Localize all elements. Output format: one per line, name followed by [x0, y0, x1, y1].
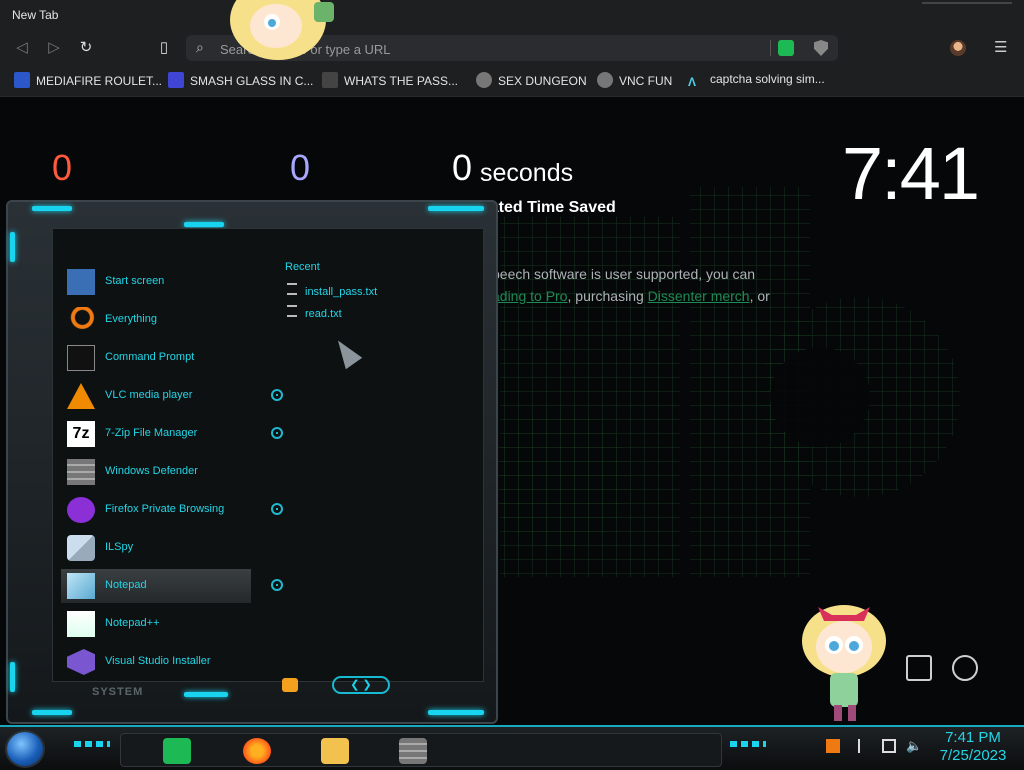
stat-pages: 0	[290, 147, 311, 188]
app-everything[interactable]: Everything	[61, 303, 281, 337]
pin-icon[interactable]	[271, 389, 283, 401]
url-divider	[770, 40, 771, 56]
firewall-icon	[67, 459, 95, 485]
volume-icon[interactable]: 🔈	[906, 739, 922, 753]
bookmark-mediafire[interactable]: MEDIAFIRE ROULET...	[14, 72, 162, 90]
notepad-icon	[67, 573, 95, 599]
app-firefox-private[interactable]: Firefox Private Browsing	[61, 493, 283, 527]
speechify-app-icon[interactable]	[163, 738, 191, 764]
firefox-icon[interactable]	[243, 738, 271, 764]
star-character-sticker-top	[230, 0, 334, 60]
taskbar: 🔈 7:41 PM 7/25/2023	[0, 725, 1024, 770]
document-icon	[287, 305, 297, 317]
vlc-cone-icon	[67, 383, 95, 409]
pin-icon[interactable]	[271, 427, 283, 439]
app-vs-installer[interactable]: Visual Studio Installer	[61, 645, 281, 679]
menu-accent	[10, 232, 15, 262]
app-vlc[interactable]: VLC media player	[61, 379, 283, 413]
flag-icon[interactable]	[858, 739, 872, 753]
library-icon[interactable]	[906, 655, 932, 681]
menu-accent	[32, 206, 72, 211]
tray-app-icon[interactable]	[826, 739, 840, 753]
gear-icon	[476, 72, 492, 88]
merch-link[interactable]: Dissenter merch	[648, 288, 750, 304]
browser-titlebar: New Tab	[0, 0, 1024, 30]
pin-icon[interactable]	[271, 503, 283, 515]
pass-icon	[322, 72, 338, 88]
recent-file[interactable]: read.txt	[287, 305, 342, 320]
app-ilspy[interactable]: ILSpy	[61, 531, 281, 565]
stat-words-read: 0	[52, 147, 73, 188]
browser-toolbar: ◁ ▷ ↻ ▯ ⌕ ☰	[0, 30, 1024, 66]
app-windows-defender[interactable]: Windows Defender	[61, 455, 281, 489]
app-notepadpp[interactable]: Notepad++	[61, 607, 281, 641]
7zip-icon: 7z	[67, 421, 95, 447]
magnifier-icon	[67, 307, 95, 333]
menu-accent	[184, 692, 228, 697]
taskbar-time[interactable]: 7:41 PM	[930, 729, 1016, 746]
menu-icon[interactable]: ☰	[994, 38, 1007, 56]
menu-accent	[184, 222, 224, 227]
ilspy-icon	[67, 535, 95, 561]
reload-icon[interactable]: ↻	[76, 38, 96, 58]
firefox-private-icon	[67, 497, 95, 523]
vs-installer-icon	[67, 649, 95, 675]
tab-title[interactable]: New Tab	[12, 8, 58, 22]
taskbar-accent	[730, 741, 766, 747]
bookmark-dungeon[interactable]: SEX DUNGEON	[476, 72, 587, 90]
recent-heading: Recent	[285, 261, 320, 273]
taskbar-date[interactable]: 7/25/2023	[930, 747, 1016, 764]
start-menu: Start screen Everything Command Prompt V…	[6, 200, 498, 724]
terminal-icon	[67, 345, 95, 371]
file-explorer-icon[interactable]	[321, 738, 349, 764]
seconds-label: seconds	[480, 159, 574, 187]
mediafire-icon	[14, 72, 30, 88]
captcha-icon: Λ	[688, 75, 697, 89]
star-character-sticker	[802, 605, 886, 721]
power-icon[interactable]	[282, 678, 298, 692]
recent-file[interactable]: install_pass.txt	[287, 283, 377, 298]
bookmark-captcha[interactable]: Λcaptcha solving sim...	[688, 72, 825, 90]
windows-defender-taskbar-icon[interactable]	[399, 738, 427, 764]
gear-icon	[597, 72, 613, 88]
shield-extension-icon[interactable]	[814, 40, 828, 56]
menu-accent	[32, 710, 72, 715]
history-icon[interactable]	[952, 655, 978, 681]
speechify-extension-icon[interactable]	[778, 40, 794, 56]
app-command-prompt[interactable]: Command Prompt	[61, 341, 281, 375]
back-icon[interactable]: ◁	[12, 38, 32, 58]
app-notepad[interactable]: Notepad	[61, 569, 283, 603]
bookmarks-bar: MEDIAFIRE ROULET... SMASH GLASS IN C... …	[0, 66, 1024, 97]
upgrade-link[interactable]: ading to Pro	[492, 288, 568, 304]
window-controls[interactable]	[922, 2, 1012, 14]
notepadpp-icon	[67, 611, 95, 637]
document-icon	[287, 283, 297, 295]
smash-icon	[168, 72, 184, 88]
app-start-screen[interactable]: Start screen	[61, 265, 281, 299]
forward-icon[interactable]: ▷	[44, 38, 64, 58]
system-label[interactable]: SYSTEM	[92, 686, 143, 698]
taskbar-dock	[120, 733, 722, 767]
search-icon: ⌕	[196, 39, 204, 55]
stat-seconds: 0	[452, 147, 473, 188]
start-menu-panel: Start screen Everything Command Prompt V…	[52, 228, 484, 682]
network-icon[interactable]	[882, 739, 896, 753]
taskbar-accent	[74, 741, 110, 747]
start-orb-button[interactable]	[7, 732, 43, 766]
pin-icon[interactable]	[271, 579, 283, 591]
menu-accent	[10, 662, 15, 692]
bookmark-whats-the-pass[interactable]: WHATS THE PASS...	[322, 72, 458, 90]
bookmark-vnc-fun[interactable]: VNC FUN	[597, 72, 672, 90]
support-text: peech software is user supported, you ca…	[492, 266, 770, 304]
app-7zip[interactable]: 7z 7-Zip File Manager	[61, 417, 283, 451]
start-screen-icon	[67, 269, 95, 295]
profile-avatar[interactable]	[950, 40, 966, 56]
start-menu-nav-arrows[interactable]: ❮ ❯	[332, 676, 390, 694]
menu-accent	[428, 710, 484, 715]
menu-accent	[428, 206, 484, 211]
page-clock: 7:41	[842, 132, 980, 215]
time-saved-label: nated Time Saved	[480, 199, 616, 216]
bookmark-icon[interactable]: ▯	[154, 38, 174, 58]
bookmark-smash-glass[interactable]: SMASH GLASS IN C...	[168, 72, 313, 90]
